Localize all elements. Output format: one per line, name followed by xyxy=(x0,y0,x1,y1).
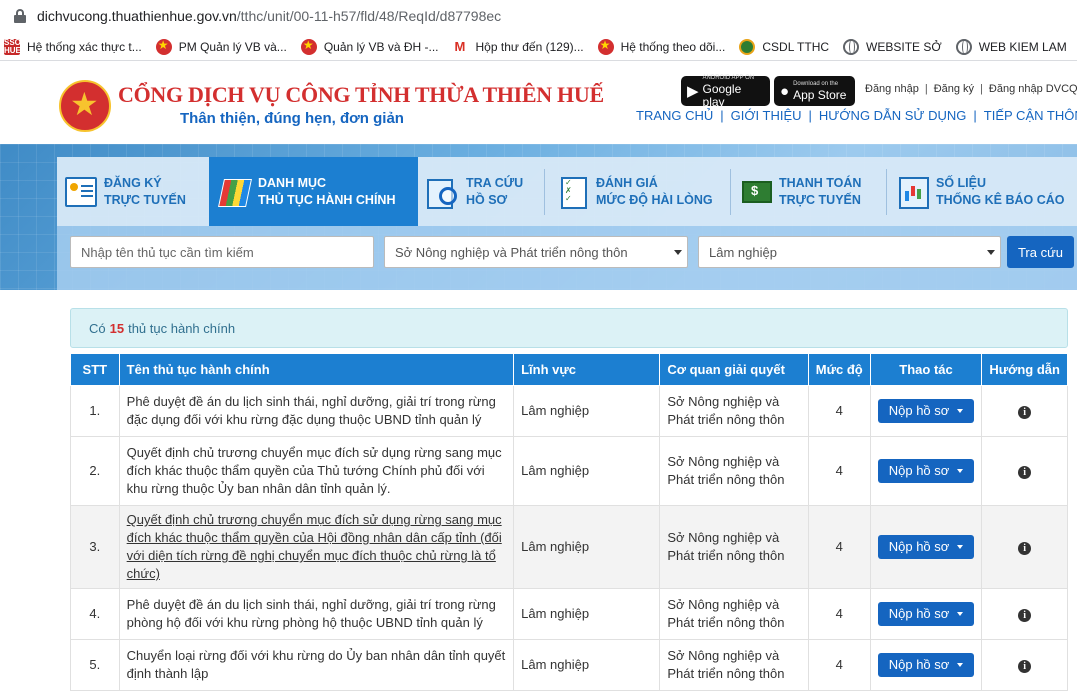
globe-icon xyxy=(843,38,860,55)
info-icon[interactable]: i xyxy=(1018,609,1032,622)
apple-icon: ● xyxy=(780,82,790,100)
table-row: 2. Quyết định chủ trương chuyển mục đích… xyxy=(70,436,1068,506)
tab-satisfaction-rating[interactable]: ĐÁNH GIÁMỨC ĐỘ HÀI LÒNG xyxy=(557,157,727,226)
info-icon[interactable]: i xyxy=(1018,406,1032,419)
col-header-stt: STT xyxy=(70,353,120,386)
bookmark-csdl-tthc[interactable]: CSDL TTHC xyxy=(735,33,839,60)
col-header-guide: Hướng dẫn xyxy=(981,353,1068,386)
tab-dossier-lookup[interactable]: TRA CỨU HỒ SƠ xyxy=(427,157,542,226)
procedure-name-link[interactable]: Quyết định chủ trương chuyển mục đích sử… xyxy=(118,436,515,506)
procedure-name-link[interactable]: Phê duyệt đề án du lịch sinh thái, nghỉ … xyxy=(118,588,515,640)
registration-card-icon xyxy=(65,176,97,207)
books-icon xyxy=(219,177,251,207)
chevron-down-icon xyxy=(987,250,995,255)
col-header-field: Lĩnh vực xyxy=(513,353,661,386)
bookmark-pm-quan-ly[interactable]: PM Quản lý VB và... xyxy=(152,33,297,60)
submit-dossier-button[interactable]: Nộp hồ sơ xyxy=(877,399,975,423)
app-store-button[interactable]: ● Download on the App Store xyxy=(774,76,855,106)
search-button[interactable]: Tra cứu xyxy=(1007,236,1074,268)
submit-dossier-button[interactable]: Nộp hồ sơ xyxy=(877,535,975,559)
procedure-name-link[interactable]: Phê duyệt đề án du lịch sinh thái, nghỉ … xyxy=(118,385,515,437)
caret-down-icon xyxy=(957,545,964,549)
result-count: Có 15 thủ tục hành chính xyxy=(70,308,1068,348)
bookmark-web-kiem-lam[interactable]: WEB KIEM LAM xyxy=(952,33,1077,60)
site-header: CỔNG DỊCH VỤ CÔNG TỈNH THỪA THIÊN HUẾ Th… xyxy=(0,62,1077,144)
info-icon[interactable]: i xyxy=(1018,660,1032,673)
tab-statistics-reports[interactable]: SỐ LIỆU THỐNG KÊ BÁO CÁO xyxy=(897,157,1075,226)
portal-slogan: Thân thiện, đúng hẹn, đơn giản xyxy=(180,110,404,127)
caret-down-icon xyxy=(957,469,964,473)
tab-online-payment[interactable]: THANH TOÁNTRỰC TUYẾN xyxy=(740,157,885,226)
bookmark-gmail[interactable]: Hộp thư đến (129)... xyxy=(449,33,594,60)
google-play-button[interactable]: ▶ ANDROID APP ON Google play xyxy=(681,75,770,108)
caret-down-icon xyxy=(957,612,964,616)
gmail-icon xyxy=(453,39,469,55)
info-icon[interactable]: i xyxy=(1018,466,1032,479)
result-count-number: 15 xyxy=(109,320,125,336)
portal-title[interactable]: CỔNG DỊCH VỤ CÔNG TỈNH THỪA THIÊN HUẾ xyxy=(118,82,604,108)
sso-icon: SSO HUE xyxy=(4,37,21,55)
table-row: 1. Phê duyệt đề án du lịch sinh thái, ng… xyxy=(70,385,1068,437)
login-link[interactable]: Đăng nhập xyxy=(865,83,919,95)
caret-down-icon xyxy=(957,409,964,413)
col-header-level: Mức độ xyxy=(807,353,871,386)
table-header-row: STT Tên thủ tục hành chính Lĩnh vực Cơ q… xyxy=(70,353,1068,386)
checklist-icon xyxy=(557,176,589,209)
nav-information-access[interactable]: TIẾP CẬN THÔNG TIN xyxy=(984,108,1077,123)
lock-icon xyxy=(14,9,26,23)
chrome-icon xyxy=(739,38,756,55)
chevron-down-icon xyxy=(674,250,682,255)
tab-online-registration[interactable]: ĐĂNG KÝ TRỰC TUYẾN xyxy=(65,157,207,226)
col-header-name: Tên thủ tục hành chính xyxy=(118,353,515,386)
info-icon[interactable]: i xyxy=(1018,542,1032,555)
bookmark-website-so[interactable]: WEBSITE SỞ xyxy=(839,33,952,60)
auth-links: Đăng nhập | Đăng ký | Đăng nhập DVCQ xyxy=(865,83,1077,95)
agency-select[interactable]: Sở Nông nghiệp và Phát triển nông thôn xyxy=(384,236,688,268)
submit-dossier-button[interactable]: Nộp hồ sơ xyxy=(877,653,975,677)
register-link[interactable]: Đăng ký xyxy=(934,83,974,95)
emblem-icon xyxy=(300,38,317,55)
tab-procedure-catalog[interactable]: DANH MỤC THỦ TỤC HÀNH CHÍNH xyxy=(209,157,418,226)
bookmark-theo-doi[interactable]: Hệ thống theo dõi... xyxy=(594,33,736,60)
bookmark-sso[interactable]: SSO HUE Hệ thống xác thực t... xyxy=(0,33,152,60)
main-content: Có 15 thủ tục hành chính STT Tên thủ tục h… xyxy=(57,290,1077,691)
url-text[interactable]: dichvucong.thuathienhue.gov.vn/tthc/unit… xyxy=(37,8,501,24)
procedure-table: STT Tên thủ tục hành chính Lĩnh vực Cơ q… xyxy=(70,353,1068,691)
nav-home[interactable]: TRANG CHỦ xyxy=(636,108,713,123)
emblem-icon xyxy=(155,38,172,55)
table-row: 4. Phê duyệt đề án du lịch sinh thái, ng… xyxy=(70,588,1068,640)
top-navigation: TRANG CHỦ | GIỚI THIỆU | HƯỚNG DẪN SỬ DỤNG | T… xyxy=(636,108,1077,123)
address-bar[interactable]: dichvucong.thuathienhue.gov.vn/tthc/unit… xyxy=(0,0,1077,33)
document-search-icon xyxy=(427,177,459,209)
procedure-name-link[interactable]: Chuyển loại rừng đối với khu rừng do Ủy … xyxy=(118,639,515,691)
submit-dossier-button[interactable]: Nộp hồ sơ xyxy=(877,602,975,626)
table-row: 5. Chuyển loại rừng đối với khu rừng do … xyxy=(70,639,1068,691)
statistics-icon xyxy=(897,176,929,209)
national-emblem-logo[interactable] xyxy=(59,80,111,132)
col-header-action: Thao tác xyxy=(869,353,983,386)
table-row: 3. Quyết định chủ trương chuyển mục đích… xyxy=(70,505,1068,589)
service-tabs: ĐĂNG KÝ TRỰC TUYẾN DANH MỤC THỦ TỤC HÀNH C… xyxy=(57,157,1077,226)
procedure-search-input[interactable]: Nhập tên thủ tục cần tìm kiếm xyxy=(70,236,374,268)
nav-about[interactable]: GIỚI THIỆU xyxy=(731,108,802,123)
globe-icon xyxy=(955,38,972,55)
bookmarks-bar: SSOHUEHệ thống xác thực t... PM Quản lý … xyxy=(0,33,1077,61)
bookmark-quan-ly-vb[interactable]: Quản lý VB và ĐH -... xyxy=(297,33,449,60)
procedure-name-link[interactable]: Quyết định chủ trương chuyển mục đích sử… xyxy=(118,505,515,589)
nav-guide[interactable]: HƯỚNG DẪN SỬ DỤNG xyxy=(819,108,966,123)
payment-icon xyxy=(740,177,772,207)
emblem-icon xyxy=(597,38,614,55)
submit-dossier-button[interactable]: Nộp hồ sơ xyxy=(877,459,975,483)
col-header-agency: Cơ quan giải quyết xyxy=(659,353,809,386)
login-dvcq-link[interactable]: Đăng nhập DVCQ xyxy=(989,83,1077,95)
play-icon: ▶ xyxy=(687,83,699,100)
field-select[interactable]: Lâm nghiệp xyxy=(698,236,1001,268)
search-bar: Nhập tên thủ tục cần tìm kiếm Sở Nông ng… xyxy=(57,226,1077,290)
